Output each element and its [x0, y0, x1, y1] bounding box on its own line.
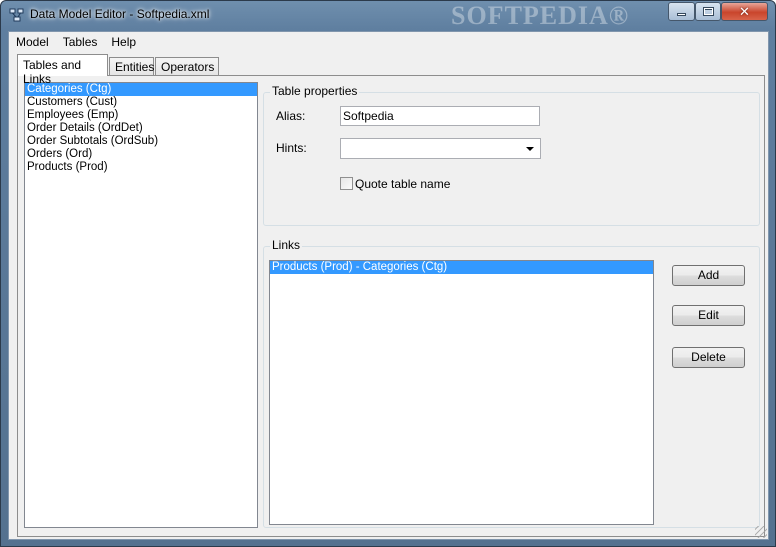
- table-properties-group: Table properties Alias: Softpedia Hints:…: [263, 84, 760, 226]
- list-item[interactable]: Customers (Cust): [25, 96, 257, 109]
- tab-operators[interactable]: Operators: [155, 57, 219, 76]
- table-properties-title: Table properties: [270, 84, 360, 98]
- links-list[interactable]: Products (Prod) - Categories (Ctg): [269, 260, 654, 525]
- minimize-icon: [677, 13, 686, 16]
- maximize-icon: [702, 7, 714, 16]
- list-item[interactable]: Employees (Emp): [25, 109, 257, 122]
- list-item[interactable]: Products (Prod) - Categories (Ctg): [270, 261, 653, 274]
- maximize-button[interactable]: [695, 2, 721, 21]
- tab-tables-and-links[interactable]: Tables and Links: [17, 54, 108, 86]
- minimize-button[interactable]: [668, 2, 695, 21]
- edit-link-button[interactable]: Edit: [672, 305, 745, 326]
- links-group: Links Products (Prod) - Categories (Ctg)…: [263, 238, 760, 528]
- list-item[interactable]: Products (Prod): [25, 161, 257, 174]
- chevron-down-icon[interactable]: [526, 147, 534, 151]
- hints-label: Hints:: [276, 141, 307, 155]
- list-item[interactable]: Categories (Ctg): [25, 83, 257, 96]
- data-model-icon: [9, 8, 24, 22]
- tables-list[interactable]: Categories (Ctg) Customers (Cust) Employ…: [24, 82, 258, 528]
- client-area: Model Tables Help Tables and Links Entit…: [8, 31, 769, 540]
- list-item[interactable]: Order Subtotals (OrdSub): [25, 135, 257, 148]
- hints-combobox[interactable]: [340, 138, 541, 159]
- menu-bar: Model Tables Help: [9, 32, 768, 52]
- close-button[interactable]: ✕: [721, 2, 768, 21]
- menu-help[interactable]: Help: [104, 32, 143, 52]
- delete-link-button[interactable]: Delete: [672, 347, 745, 368]
- tab-panel: Categories (Ctg) Customers (Cust) Employ…: [17, 75, 765, 537]
- alias-input[interactable]: Softpedia: [340, 106, 540, 126]
- close-icon: ✕: [739, 3, 750, 19]
- list-item[interactable]: Order Details (OrdDet): [25, 122, 257, 135]
- quote-table-name-checkbox[interactable]: [340, 177, 353, 190]
- window-title: Data Model Editor - Softpedia.xml: [30, 7, 210, 21]
- resize-grip[interactable]: [755, 526, 767, 538]
- alias-label: Alias:: [276, 109, 306, 123]
- list-item[interactable]: Orders (Ord): [25, 148, 257, 161]
- tab-panel-content: Categories (Ctg) Customers (Cust) Employ…: [18, 76, 764, 536]
- app-window: Data Model Editor - Softpedia.xml SOFTPE…: [0, 0, 776, 547]
- softpedia-watermark: SOFTPEDIA®: [451, 1, 630, 30]
- tab-entities[interactable]: Entities: [109, 57, 154, 76]
- menu-model[interactable]: Model: [9, 32, 56, 52]
- menu-tables[interactable]: Tables: [56, 32, 105, 52]
- add-link-button[interactable]: Add: [672, 265, 745, 286]
- links-title: Links: [270, 238, 303, 252]
- title-bar[interactable]: Data Model Editor - Softpedia.xml SOFTPE…: [1, 1, 775, 30]
- quote-table-name-label[interactable]: Quote table name: [355, 177, 450, 191]
